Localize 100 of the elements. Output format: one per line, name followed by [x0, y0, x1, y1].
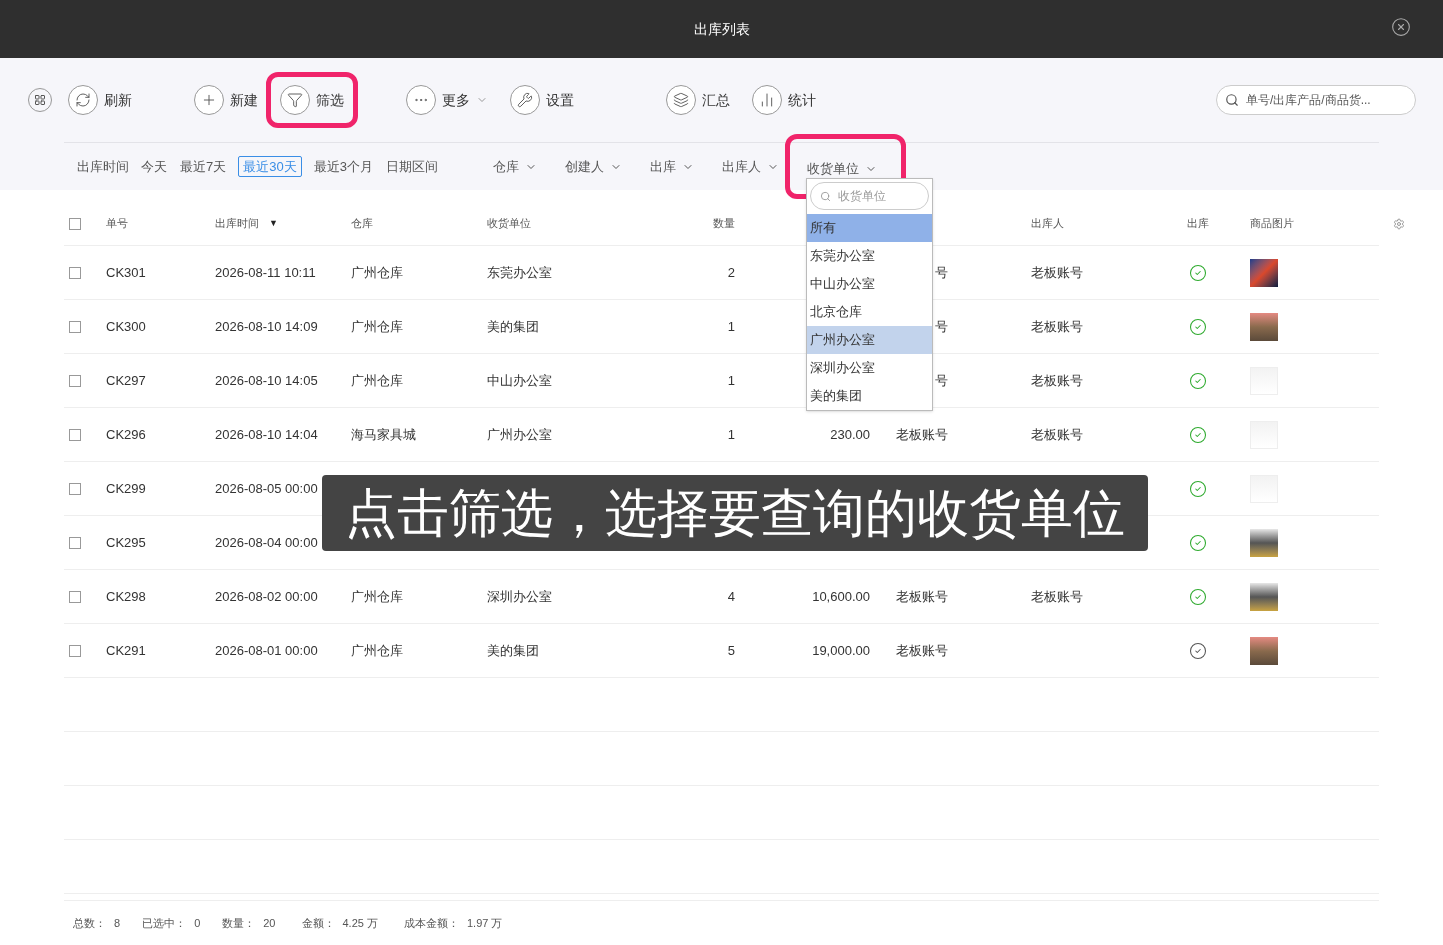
summary-label: 已选中： — [142, 915, 187, 931]
row-checkbox[interactable] — [69, 428, 81, 441]
row-checkbox[interactable] — [69, 644, 81, 657]
row-checkbox[interactable] — [69, 266, 81, 279]
summary-value: 0 — [194, 915, 201, 931]
row-checkbox[interactable] — [69, 536, 81, 549]
table-cell-text: 广州仓库 — [351, 263, 403, 282]
table-cell-text: 2026-08-10 14:09 — [215, 317, 318, 336]
table-cell-text: 2 — [727, 263, 735, 282]
table-cell-text: CK291 — [106, 641, 146, 660]
table-cell-text: 1 — [727, 371, 735, 390]
window-title: 出库列表 — [693, 19, 750, 39]
filter-dropdown[interactable]: 创建人 — [564, 156, 622, 177]
table-cell-text: CK295 — [106, 533, 146, 552]
column-header[interactable]: 出库人 — [1031, 215, 1064, 232]
table-cell-text: 美的集团 — [487, 317, 539, 336]
caption-overlay: 点击筛选，选择要查询的收货单位 — [322, 475, 1148, 551]
toolbar-button[interactable]: 新建 — [194, 85, 258, 115]
table-cell-text: 2026-08-11 10:11 — [215, 263, 316, 282]
row-checkbox[interactable] — [69, 590, 81, 603]
row-checkbox[interactable] — [69, 374, 81, 387]
dropdown-option[interactable]: 深圳办公室 — [807, 354, 932, 382]
dropdown-option[interactable]: 美的集团 — [807, 382, 932, 410]
toolbar-button[interactable]: 筛选 — [280, 85, 344, 115]
search-field[interactable]: 单号/出库产品/商品货... — [1216, 85, 1416, 115]
table-cell-text: 4 — [727, 587, 735, 606]
summary-value: 8 — [114, 915, 121, 931]
column-header[interactable]: 商品图片 — [1250, 215, 1294, 232]
dropdown-option[interactable]: 北京仓库 — [807, 298, 932, 326]
table-cell-text: CK300 — [106, 317, 146, 336]
filter-dropdown[interactable]: 仓库 — [492, 156, 537, 177]
search-icon — [820, 191, 831, 202]
row-checkbox[interactable] — [69, 320, 81, 333]
table-cell-text: 2026-08-02 00:00 — [215, 587, 318, 606]
table-cell-text: 广州仓库 — [351, 317, 403, 336]
select-all-checkbox[interactable] — [69, 217, 81, 230]
table-cell-text: 东莞办公室 — [487, 263, 552, 282]
date-option[interactable]: 日期区间 — [384, 155, 439, 178]
table-cell-text: 老板账号 — [896, 425, 948, 444]
sort-indicator[interactable]: ▼ — [269, 216, 278, 231]
table-cell-text: CK298 — [106, 587, 146, 606]
summary-label: 总数： — [73, 915, 106, 931]
table-cell-text: 号 — [935, 317, 948, 336]
table-cell-text: 广州仓库 — [351, 371, 403, 390]
dropdown-option[interactable]: 所有 — [807, 214, 932, 242]
table-cell-text: 2026-08-10 14:04 — [215, 425, 318, 444]
row-checkbox[interactable] — [69, 482, 81, 495]
grid-icon — [34, 94, 46, 106]
table-cell-text: 230.00 — [830, 425, 870, 444]
column-header[interactable]: 出库时间 — [215, 215, 259, 232]
settings-icon[interactable] — [1393, 217, 1405, 230]
table-cell-text: 美的集团 — [487, 641, 539, 660]
toolbar-button[interactable]: 汇总 — [666, 85, 730, 115]
column-header[interactable]: 收货单位 — [487, 215, 531, 232]
table-cell-text: 中山办公室 — [487, 371, 552, 390]
date-option[interactable]: 最近7天 — [179, 155, 228, 178]
summary-value: 1.97 万 — [466, 915, 503, 931]
summary-label: 金额： — [301, 915, 335, 931]
table-cell-text: 深圳办公室 — [487, 587, 552, 606]
dropdown-option[interactable]: 东莞办公室 — [807, 242, 932, 270]
date-filter-label: 出库时间 — [77, 157, 129, 176]
dropdown-option[interactable]: 中山办公室 — [807, 270, 932, 298]
summary-label: 成本金额： — [403, 915, 459, 931]
toolbar-button[interactable]: 更多 — [406, 85, 488, 115]
summary-label: 数量： — [222, 915, 256, 931]
table-cell-text: 广州办公室 — [487, 425, 552, 444]
table-cell-text: 号 — [935, 371, 948, 390]
table-cell-text: 5 — [727, 641, 735, 660]
date-option[interactable]: 最近3个月 — [312, 155, 374, 178]
column-header[interactable]: 单号 — [106, 215, 128, 232]
table-cell-text: 老板账号 — [1031, 317, 1083, 336]
table-cell-text: 海马家具城 — [351, 425, 416, 444]
table-cell-text: CK296 — [106, 425, 146, 444]
toolbar-button[interactable]: 刷新 — [68, 85, 132, 115]
column-header[interactable]: 出库 — [1186, 215, 1209, 232]
table-cell-text: CK297 — [106, 371, 146, 390]
dropdown-option[interactable]: 广州办公室 — [807, 326, 932, 354]
table-cell-text: 1 — [727, 317, 735, 336]
table-cell-text: 19,000.00 — [812, 641, 870, 660]
wrench-icon — [517, 92, 533, 108]
filter-dropdown[interactable]: 出库 — [649, 156, 694, 177]
close-icon[interactable] — [1391, 17, 1411, 37]
filter-dropdown[interactable]: 收货单位 — [806, 159, 877, 179]
toolbar-button[interactable]: 统计 — [752, 85, 816, 115]
table-cell-text: 老板账号 — [896, 587, 948, 606]
table-cell-text: 老板账号 — [1031, 425, 1083, 444]
table-cell-text: 2026-08-04 00:00 — [215, 533, 318, 552]
table-cell-text: 老板账号 — [1031, 371, 1083, 390]
column-header[interactable]: 数量 — [713, 215, 735, 232]
table-cell-text: 广州仓库 — [351, 587, 403, 606]
toolbar-button[interactable]: 设置 — [510, 85, 574, 115]
plus-icon — [201, 92, 217, 108]
table-cell-text: 老板账号 — [1031, 263, 1083, 282]
table-cell-text: 2026-08-01 00:00 — [215, 641, 318, 660]
date-option[interactable]: 今天 — [140, 155, 168, 178]
table-cell-text: 广州仓库 — [351, 641, 403, 660]
column-header[interactable]: 仓库 — [351, 215, 373, 232]
table-cell-text: 号 — [935, 263, 948, 282]
filter-dropdown[interactable]: 出库人 — [721, 156, 779, 177]
dropdown-search-field[interactable]: 收货单位 — [810, 182, 929, 210]
